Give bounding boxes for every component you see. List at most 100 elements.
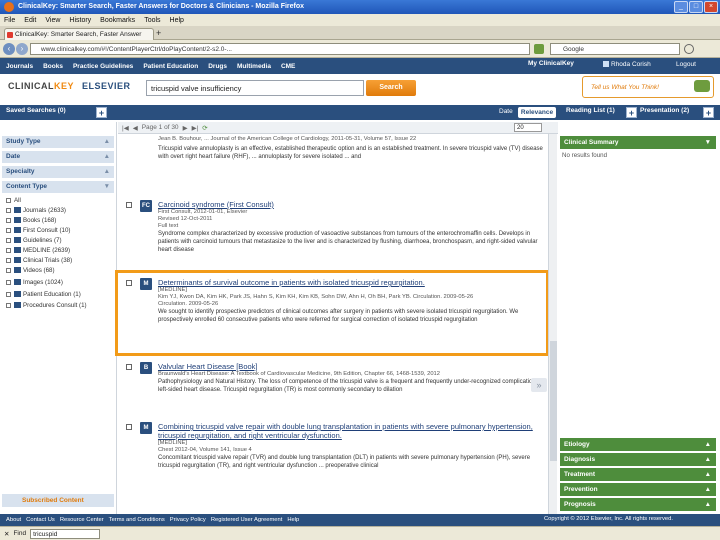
per-page-select[interactable]: 20 [514, 123, 542, 132]
forward-icon[interactable]: › [16, 43, 28, 55]
new-tab-icon[interactable]: + [156, 29, 166, 39]
reload-icon[interactable] [534, 44, 544, 54]
nav-multimedia[interactable]: Multimedia [237, 63, 271, 70]
search-input[interactable]: tricuspid valve insufficiency [146, 80, 364, 96]
result-meta[interactable]: Full text [158, 223, 544, 230]
add-reading-list-icon[interactable]: + [626, 107, 637, 118]
user-name[interactable]: Rhoda Corish [611, 61, 651, 68]
checkbox[interactable] [6, 291, 11, 297]
nav-journals[interactable]: Journals [6, 63, 33, 70]
sort-relevance-button[interactable]: Relevance [518, 107, 556, 118]
scrollbar-thumb[interactable] [550, 341, 557, 461]
menu-help[interactable]: Help [170, 17, 184, 24]
saved-searches[interactable]: Saved Searches (0) [6, 107, 66, 114]
first-page-icon[interactable]: |◀ [122, 124, 129, 132]
clinical-summary-header[interactable]: Clinical Summary ▼ [560, 136, 716, 149]
checkbox[interactable] [6, 302, 11, 308]
checkbox[interactable] [6, 267, 11, 273]
footer-user-agreement[interactable]: Registered User Agreement [211, 517, 283, 523]
facet-item-guidelines[interactable]: Guidelines (7) [6, 237, 62, 244]
footer-contact[interactable]: Contact Us [26, 517, 55, 523]
nav-practice-guidelines[interactable]: Practice Guidelines [73, 63, 133, 70]
menu-history[interactable]: History [69, 17, 91, 24]
facet-item-clinical-trials[interactable]: Clinical Trials (38) [6, 257, 72, 264]
checkbox[interactable] [6, 237, 11, 243]
browser-search-input[interactable]: Google [550, 43, 680, 55]
checkbox[interactable] [6, 207, 11, 213]
close-icon[interactable]: × [704, 1, 718, 13]
section-treatment[interactable]: Treatment ▲ [560, 468, 716, 481]
menu-edit[interactable]: Edit [24, 17, 36, 24]
prev-page-icon[interactable]: ◀ [133, 124, 138, 132]
footer-privacy[interactable]: Privacy Policy [170, 517, 206, 523]
footer-terms[interactable]: Terms and Conditions [109, 517, 165, 523]
menu-view[interactable]: View [45, 17, 60, 24]
facet-item-books[interactable]: Books (168) [6, 217, 56, 224]
clinicalkey-logo[interactable]: CLINICALKEY ELSEVIER [8, 81, 131, 91]
facet-item-journals[interactable]: Journals (2633) [6, 207, 66, 214]
menu-file[interactable]: File [4, 17, 15, 24]
maximize-icon[interactable]: □ [689, 1, 703, 13]
sort-date[interactable]: Date [499, 108, 513, 115]
result-title[interactable]: Carcinoid syndrome (First Consult) [158, 200, 544, 209]
facet-study-type[interactable]: Study Type ▲ [2, 136, 114, 148]
nav-patient-education[interactable]: Patient Education [143, 63, 198, 70]
nav-cme[interactable]: CME [281, 63, 295, 70]
facet-specialty[interactable]: Specialty ▲ [2, 166, 114, 178]
checkbox[interactable] [6, 247, 11, 253]
refresh-icon[interactable]: ⟳ [202, 124, 207, 132]
checkbox[interactable] [6, 279, 11, 285]
logout-link[interactable]: Logout [676, 61, 696, 68]
facet-item-patient-education[interactable]: Patient Education (1) [6, 291, 81, 298]
section-diagnosis[interactable]: Diagnosis ▲ [560, 453, 716, 466]
facet-item-medline[interactable]: MEDLINE (2639) [6, 247, 70, 254]
add-saved-search-icon[interactable]: + [96, 107, 107, 118]
facet-item-first-consult[interactable]: First Consult (10) [6, 227, 70, 234]
find-input[interactable]: tricuspid [30, 528, 101, 539]
expand-panel-icon[interactable]: » [531, 378, 547, 392]
result-title[interactable]: Combining tricuspid valve repair with do… [158, 422, 544, 440]
add-presentation-icon[interactable]: + [703, 107, 714, 118]
next-page-icon[interactable]: ▶ [183, 124, 188, 132]
facet-item-all[interactable]: All [6, 197, 21, 204]
browser-tab[interactable]: ClinicalKey: Smarter Search, Faster Answ… [4, 28, 154, 40]
back-icon[interactable]: ‹ [3, 43, 15, 55]
result-meta: Braunwald's Heart Disease: A Textbook of… [158, 371, 440, 377]
subscribed-content[interactable]: Subscribed Content [2, 494, 114, 507]
last-page-icon[interactable]: ▶| [192, 124, 199, 132]
footer-resource-center[interactable]: Resource Center [60, 517, 104, 523]
section-prognosis[interactable]: Prognosis ▲ [560, 498, 716, 511]
search-button[interactable]: Search [366, 80, 416, 96]
facet-content-type[interactable]: Content Type ▼ [2, 181, 114, 193]
facet-item-videos[interactable]: Videos (68) [6, 267, 55, 274]
result-title[interactable]: Valvular Heart Disease [Book] [158, 362, 544, 371]
checkbox[interactable] [6, 217, 11, 223]
nav-books[interactable]: Books [43, 63, 63, 70]
checkbox[interactable] [6, 257, 11, 263]
footer-help[interactable]: Help [287, 517, 299, 523]
footer-about[interactable]: About [6, 517, 21, 523]
facet-item-procedures-consult[interactable]: Procedures Consult (1) [6, 302, 87, 309]
my-clinicalkey-link[interactable]: My ClinicalKey [528, 60, 574, 67]
section-etiology[interactable]: Etiology ▲ [560, 438, 716, 451]
facet-date[interactable]: Date ▲ [2, 151, 114, 163]
result-checkbox[interactable] [126, 202, 132, 208]
search-icon[interactable] [684, 44, 694, 54]
checkbox[interactable] [6, 227, 11, 233]
menu-tools[interactable]: Tools [144, 17, 160, 24]
url-bar[interactable]: www.clinicalkey.com/#!/ContentPlayerCtrl… [30, 43, 530, 55]
section-prevention[interactable]: Prevention ▲ [560, 483, 716, 496]
results-scrollbar[interactable] [548, 134, 557, 514]
no-results-text: No results found [562, 152, 608, 159]
result-checkbox[interactable] [126, 364, 132, 370]
nav-drugs[interactable]: Drugs [208, 63, 227, 70]
checkbox[interactable] [6, 197, 11, 203]
menu-bookmarks[interactable]: Bookmarks [100, 17, 135, 24]
close-find-icon[interactable]: ✕ [4, 530, 9, 538]
reading-list[interactable]: Reading List (1) [566, 107, 615, 114]
minimize-icon[interactable]: _ [674, 1, 688, 13]
feedback-box[interactable]: Tell us What You Think! [582, 76, 714, 98]
facet-item-images[interactable]: Images (1024) [6, 279, 63, 286]
presentation[interactable]: Presentation (2) [640, 107, 689, 114]
result-checkbox[interactable] [126, 424, 132, 430]
